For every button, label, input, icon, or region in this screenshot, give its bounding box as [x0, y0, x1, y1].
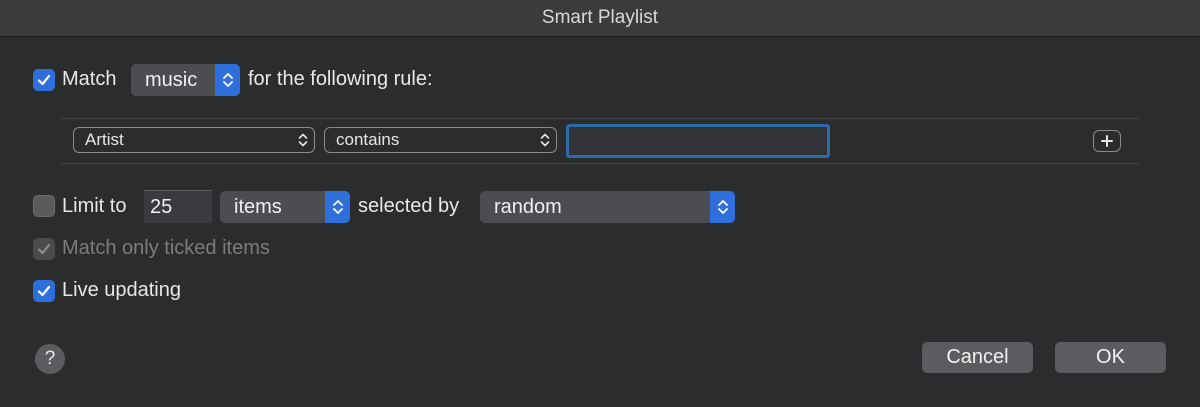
media-kind-stepper	[215, 64, 240, 96]
rule-field-popup[interactable]: Artist	[73, 127, 315, 153]
rule-value-input[interactable]	[566, 124, 830, 158]
checkmark-icon	[37, 285, 51, 297]
selected-by-label: selected by	[358, 195, 460, 217]
up-down-chevron-icon	[534, 132, 556, 148]
plus-icon	[1101, 135, 1113, 147]
media-kind-popup[interactable]: music	[131, 64, 240, 96]
up-down-chevron-icon	[332, 200, 343, 214]
limit-unit-stepper	[325, 191, 350, 223]
ok-button-label: OK	[1096, 346, 1125, 368]
rule-operator-value: contains	[336, 130, 400, 149]
match-label: Match	[62, 68, 117, 90]
ok-button[interactable]: OK	[1055, 342, 1166, 373]
add-rule-button[interactable]	[1093, 130, 1121, 152]
window-title: Smart Playlist	[541, 7, 659, 28]
following-rule-label: for the following rule:	[248, 68, 433, 90]
ticked-items-checkbox[interactable]	[33, 238, 55, 260]
media-kind-value: music	[145, 68, 198, 91]
checkmark-icon	[37, 243, 51, 255]
match-checkbox[interactable]	[33, 69, 55, 91]
live-updating-label: Live updating	[62, 279, 181, 301]
help-button[interactable]: ?	[35, 344, 65, 374]
up-down-chevron-icon	[222, 73, 233, 87]
limit-unit-value: items	[234, 195, 282, 218]
checkmark-icon	[37, 74, 51, 86]
up-down-chevron-icon	[292, 132, 314, 148]
cancel-button[interactable]: Cancel	[922, 342, 1033, 373]
selection-method-stepper	[710, 191, 735, 223]
question-mark-icon: ?	[44, 348, 56, 369]
cancel-button-label: Cancel	[946, 346, 1009, 368]
window-titlebar: Smart Playlist	[0, 0, 1200, 37]
selection-method-popup[interactable]: random	[480, 191, 735, 223]
limit-unit-popup[interactable]: items	[220, 191, 350, 223]
up-down-chevron-icon	[717, 200, 728, 214]
limit-label: Limit to	[62, 195, 127, 217]
limit-checkbox[interactable]	[33, 195, 55, 217]
ticked-items-label: Match only ticked items	[62, 237, 270, 259]
rule-operator-popup[interactable]: contains	[324, 127, 557, 153]
limit-value-input[interactable]: 25	[144, 190, 212, 223]
selection-method-value: random	[494, 195, 562, 218]
live-updating-checkbox[interactable]	[33, 280, 55, 302]
rule-field-value: Artist	[85, 130, 124, 149]
